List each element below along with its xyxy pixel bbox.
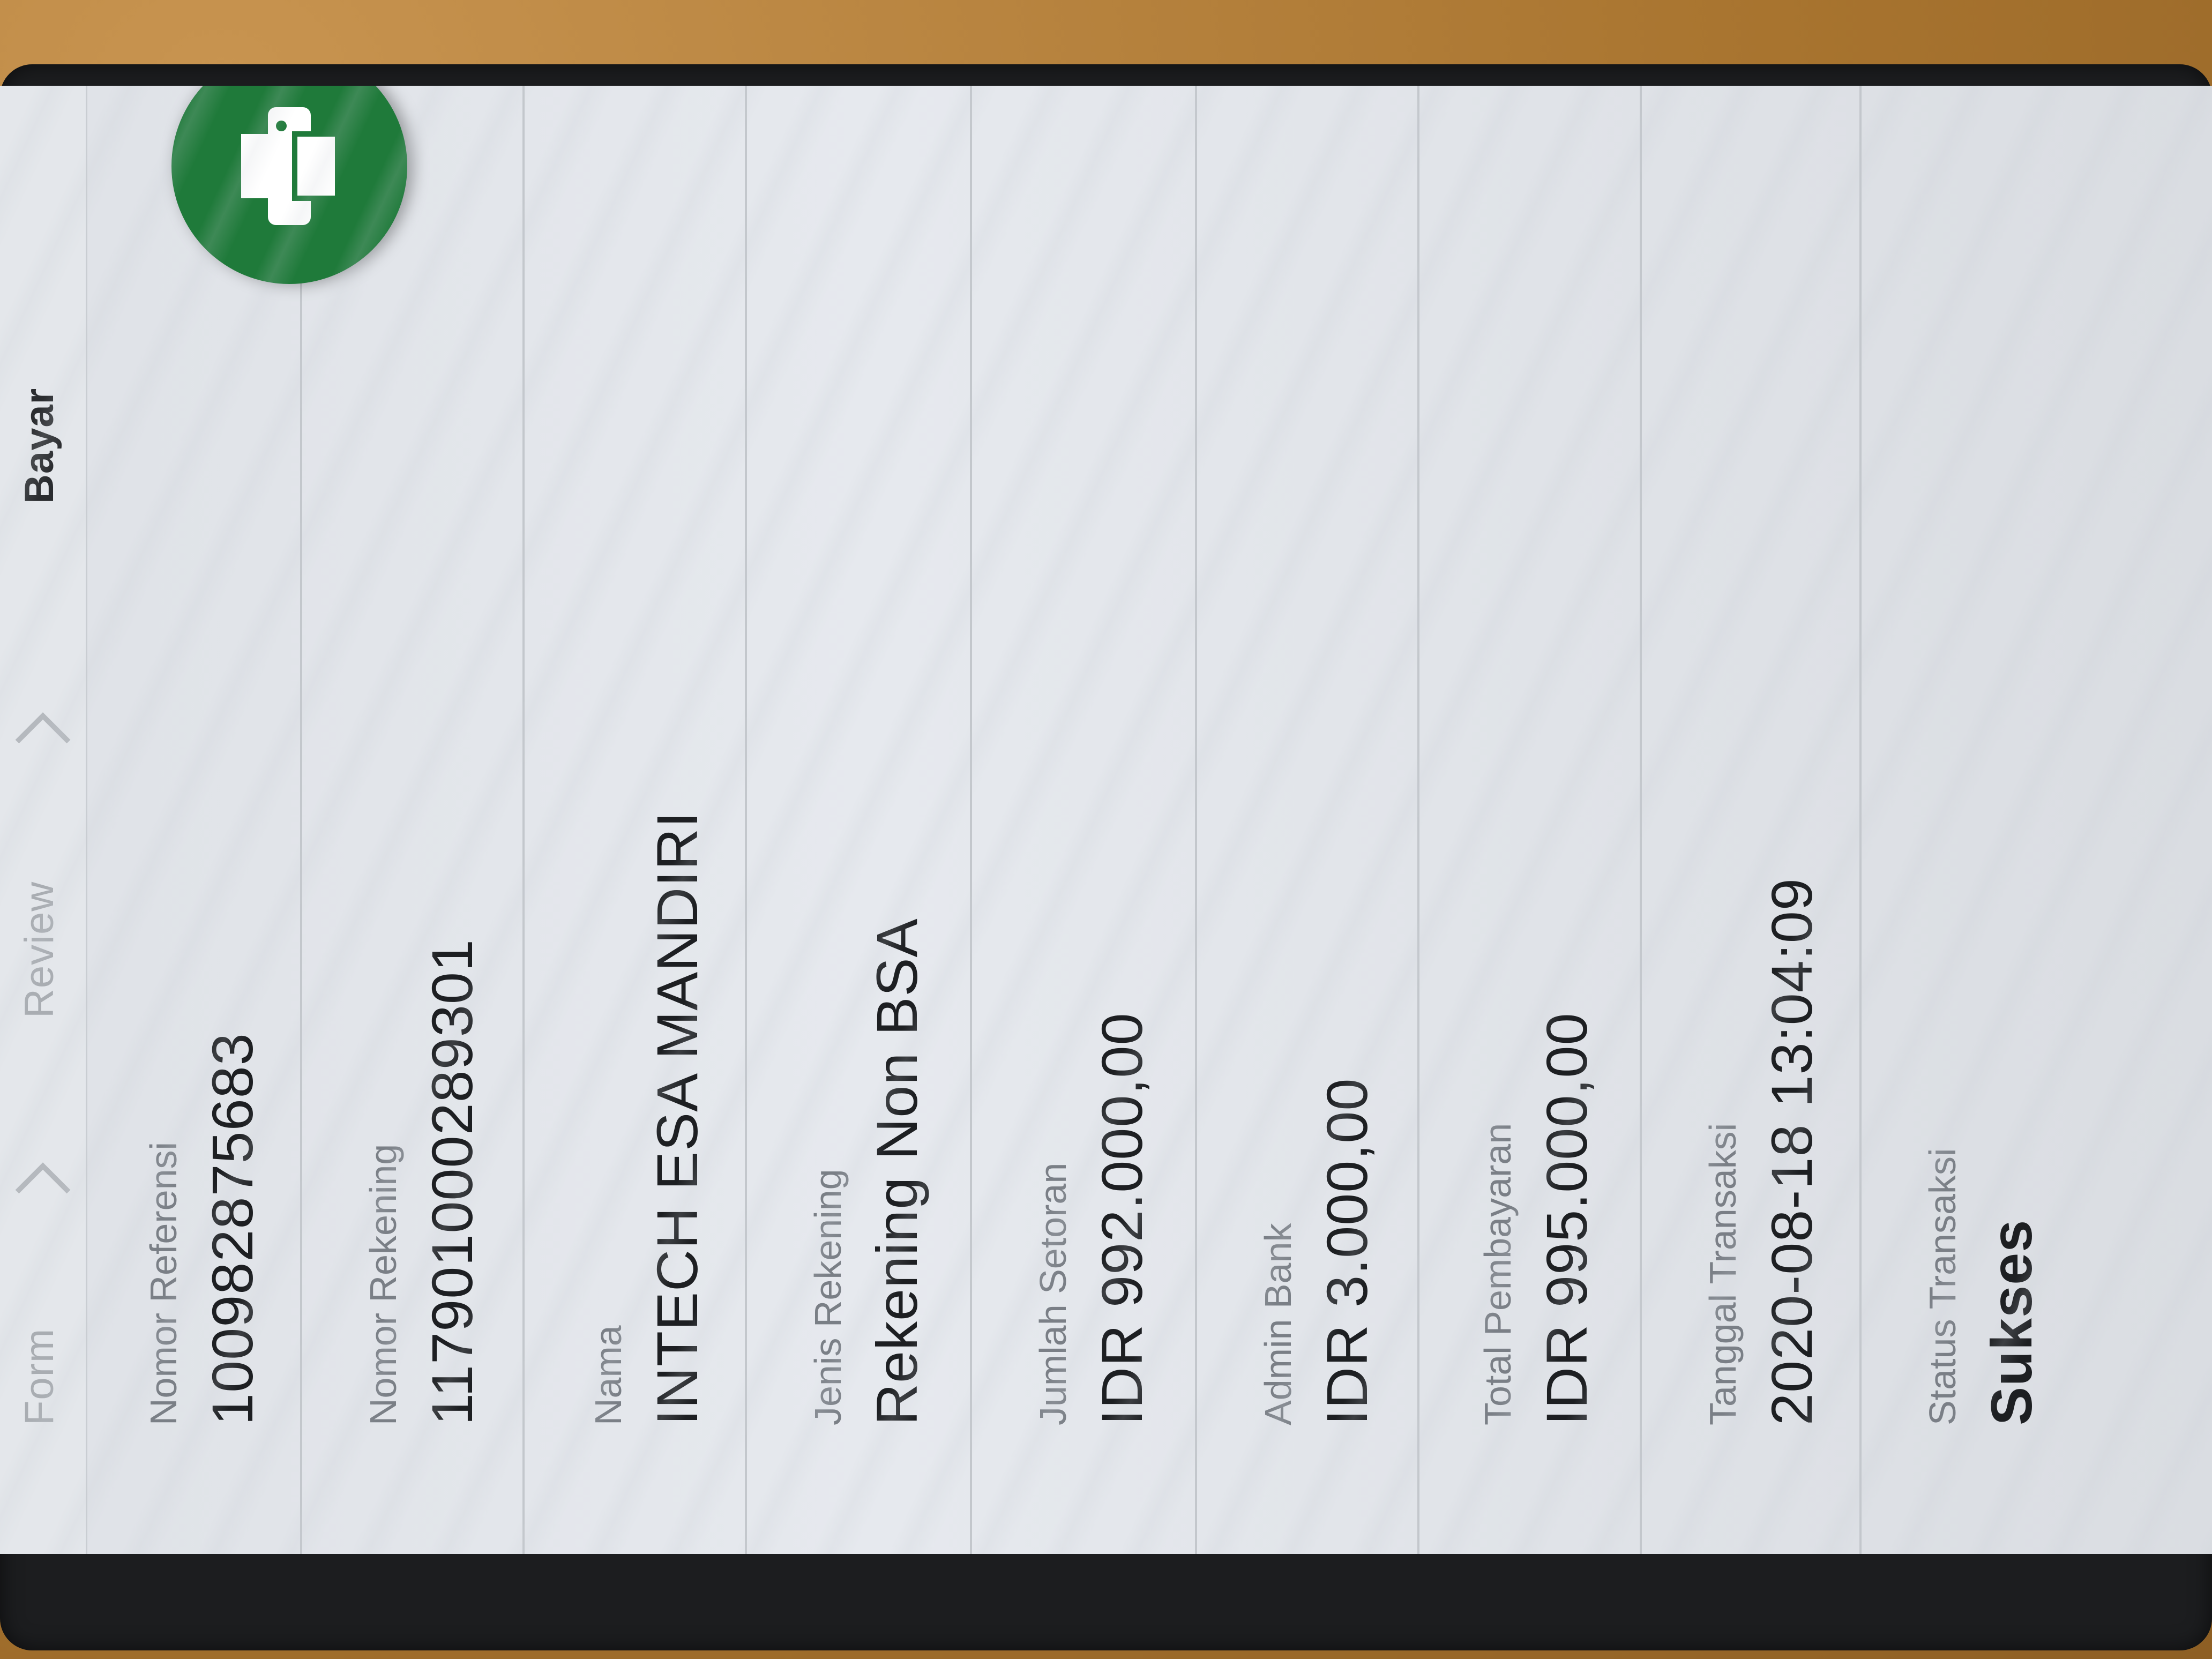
divider <box>1195 86 1197 1554</box>
field-value: IDR 3.000,00 <box>1314 1078 1379 1425</box>
field-label: Status Transaksi <box>1922 1148 1963 1425</box>
photo-background: Form Review Bayar Nomor Referensi 100982… <box>0 0 2212 1659</box>
field-value: 117901000289301 <box>420 939 484 1425</box>
field-nomor-rekening: Nomor Rekening 117901000289301 <box>362 939 484 1425</box>
field-label: Nama <box>587 1325 629 1425</box>
divider <box>300 86 302 1554</box>
payment-receipt-screen: Form Review Bayar Nomor Referensi 100982… <box>0 86 2212 1554</box>
field-nomor-referensi: Nomor Referensi 100982875683 <box>143 1033 265 1425</box>
field-label: Jenis Rekening <box>807 1169 849 1425</box>
field-jenis-rekening: Jenis Rekening Rekening Non BSA <box>807 918 929 1425</box>
divider <box>970 86 972 1554</box>
field-jumlah-setoran: Jumlah Setoran IDR 992.000,00 <box>1032 1012 1154 1425</box>
divider <box>1859 86 1862 1554</box>
status-value: Sukses <box>1979 1219 2044 1425</box>
step-review: Review <box>17 881 62 1018</box>
field-tanggal-transaksi: Tanggal Transaksi 2020-08-18 13:04:09 <box>1702 878 1824 1425</box>
field-label: Jumlah Setoran <box>1032 1162 1074 1425</box>
field-value: Rekening Non BSA <box>864 918 929 1425</box>
field-label: Total Pembayaran <box>1477 1123 1519 1425</box>
phone-screen: Form Review Bayar Nomor Referensi 100982… <box>0 86 2212 1554</box>
divider <box>522 86 525 1554</box>
divider <box>1640 86 1642 1554</box>
chevron-right-icon <box>15 712 71 744</box>
field-value: 100982875683 <box>200 1033 265 1425</box>
print-button[interactable] <box>171 86 407 284</box>
field-status-transaksi: Status Transaksi Sukses <box>1922 1148 2044 1425</box>
chevron-right-icon <box>15 1162 71 1194</box>
field-label: Admin Bank <box>1257 1223 1299 1425</box>
field-value: 2020-08-18 13:04:09 <box>1759 878 1824 1425</box>
field-value: INTECH ESA MANDIRI <box>645 811 709 1425</box>
field-total-pembayaran: Total Pembayaran IDR 995.000,00 <box>1477 1012 1599 1425</box>
divider <box>1417 86 1419 1554</box>
field-admin-bank: Admin Bank IDR 3.000,00 <box>1257 1078 1379 1425</box>
step-form: Form <box>17 1328 62 1425</box>
printer-icon <box>241 107 338 225</box>
field-label: Nomor Referensi <box>143 1141 184 1425</box>
field-label: Nomor Rekening <box>362 1144 404 1425</box>
field-label: Tanggal Transaksi <box>1702 1123 1744 1425</box>
divider <box>745 86 747 1554</box>
step-bayar: Bayar <box>17 387 62 504</box>
field-value: IDR 995.000,00 <box>1534 1012 1599 1425</box>
progress-stepper: Form Review Bayar <box>0 86 87 1554</box>
field-nama: Nama INTECH ESA MANDIRI <box>587 811 709 1425</box>
field-value: IDR 992.000,00 <box>1089 1012 1154 1425</box>
